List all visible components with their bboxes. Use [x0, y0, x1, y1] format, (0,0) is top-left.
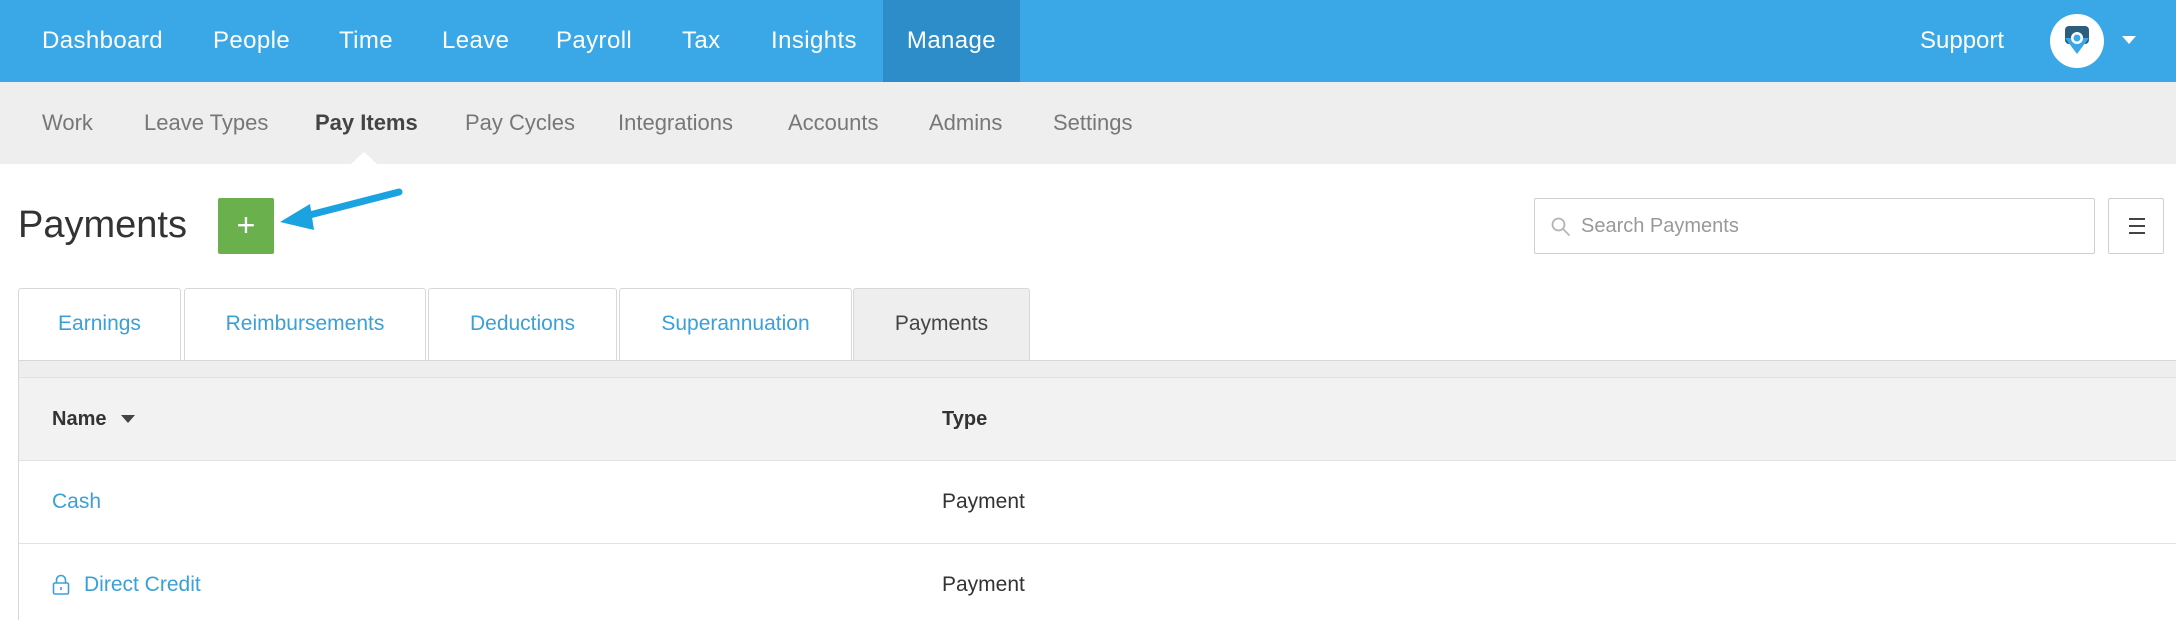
hamburger-menu-icon[interactable] — [2108, 198, 2164, 254]
nav-item-manage[interactable]: Manage — [883, 0, 1020, 82]
nav-item-time[interactable]: Time — [339, 0, 393, 82]
sort-caret-icon[interactable] — [121, 415, 135, 423]
nav-item-tax[interactable]: Tax — [682, 0, 721, 82]
row-type: Payment — [942, 573, 1025, 596]
table-row: Cash Payment — [19, 461, 2176, 544]
search-box — [1534, 198, 2095, 254]
tab-earnings[interactable]: Earnings — [18, 288, 181, 361]
row-type: Payment — [942, 490, 1025, 513]
row-name-link[interactable]: Direct Credit — [84, 544, 201, 620]
add-payment-button[interactable]: + — [218, 198, 274, 254]
subnav-item-work[interactable]: Work — [42, 82, 93, 164]
search-icon — [1551, 217, 1570, 236]
tab-reimbursements[interactable]: Reimbursements — [184, 288, 426, 361]
chevron-down-icon[interactable] — [2122, 36, 2136, 44]
column-header-name[interactable]: Name — [52, 378, 106, 460]
subnav-item-leave-types[interactable]: Leave Types — [144, 82, 268, 164]
subnav-item-pay-cycles[interactable]: Pay Cycles — [465, 82, 575, 164]
column-header-name-label: Name — [52, 408, 107, 430]
avatar[interactable] — [2050, 14, 2104, 68]
tab-superannuation[interactable]: Superannuation — [619, 288, 852, 361]
column-header-type[interactable]: Type — [942, 378, 987, 460]
tab-payments[interactable]: Payments — [853, 288, 1030, 361]
table-header: Name Type — [19, 377, 2176, 461]
table-top-strip — [19, 361, 2176, 377]
nav-item-payroll[interactable]: Payroll — [556, 0, 632, 82]
active-subnav-pointer — [350, 152, 378, 165]
support-link[interactable]: Support — [1920, 0, 2004, 82]
nav-item-leave[interactable]: Leave — [442, 0, 509, 82]
search-input[interactable] — [1581, 199, 2081, 253]
avatar-logo-icon — [2065, 26, 2089, 54]
nav-item-people[interactable]: People — [213, 0, 290, 82]
sub-navigation-bar: Work Leave Types Pay Items Pay Cycles In… — [0, 82, 2176, 164]
row-name-link[interactable]: Cash — [52, 461, 101, 543]
subnav-item-settings[interactable]: Settings — [1053, 82, 1133, 164]
arrow-annotation-icon — [280, 188, 403, 230]
payments-table: Name Type Cash Payment Direct Credit Pay… — [18, 360, 2176, 620]
tab-deductions[interactable]: Deductions — [428, 288, 617, 361]
subnav-item-admins[interactable]: Admins — [929, 82, 1002, 164]
lock-icon — [52, 574, 70, 595]
table-row: Direct Credit Payment — [19, 544, 2176, 620]
top-navigation-bar: Dashboard People Time Leave Payroll Tax … — [0, 0, 2176, 82]
subnav-item-integrations[interactable]: Integrations — [618, 82, 733, 164]
nav-item-insights[interactable]: Insights — [771, 0, 857, 82]
page-title: Payments — [18, 204, 187, 246]
nav-item-dashboard[interactable]: Dashboard — [42, 0, 163, 82]
subnav-item-accounts[interactable]: Accounts — [788, 82, 879, 164]
